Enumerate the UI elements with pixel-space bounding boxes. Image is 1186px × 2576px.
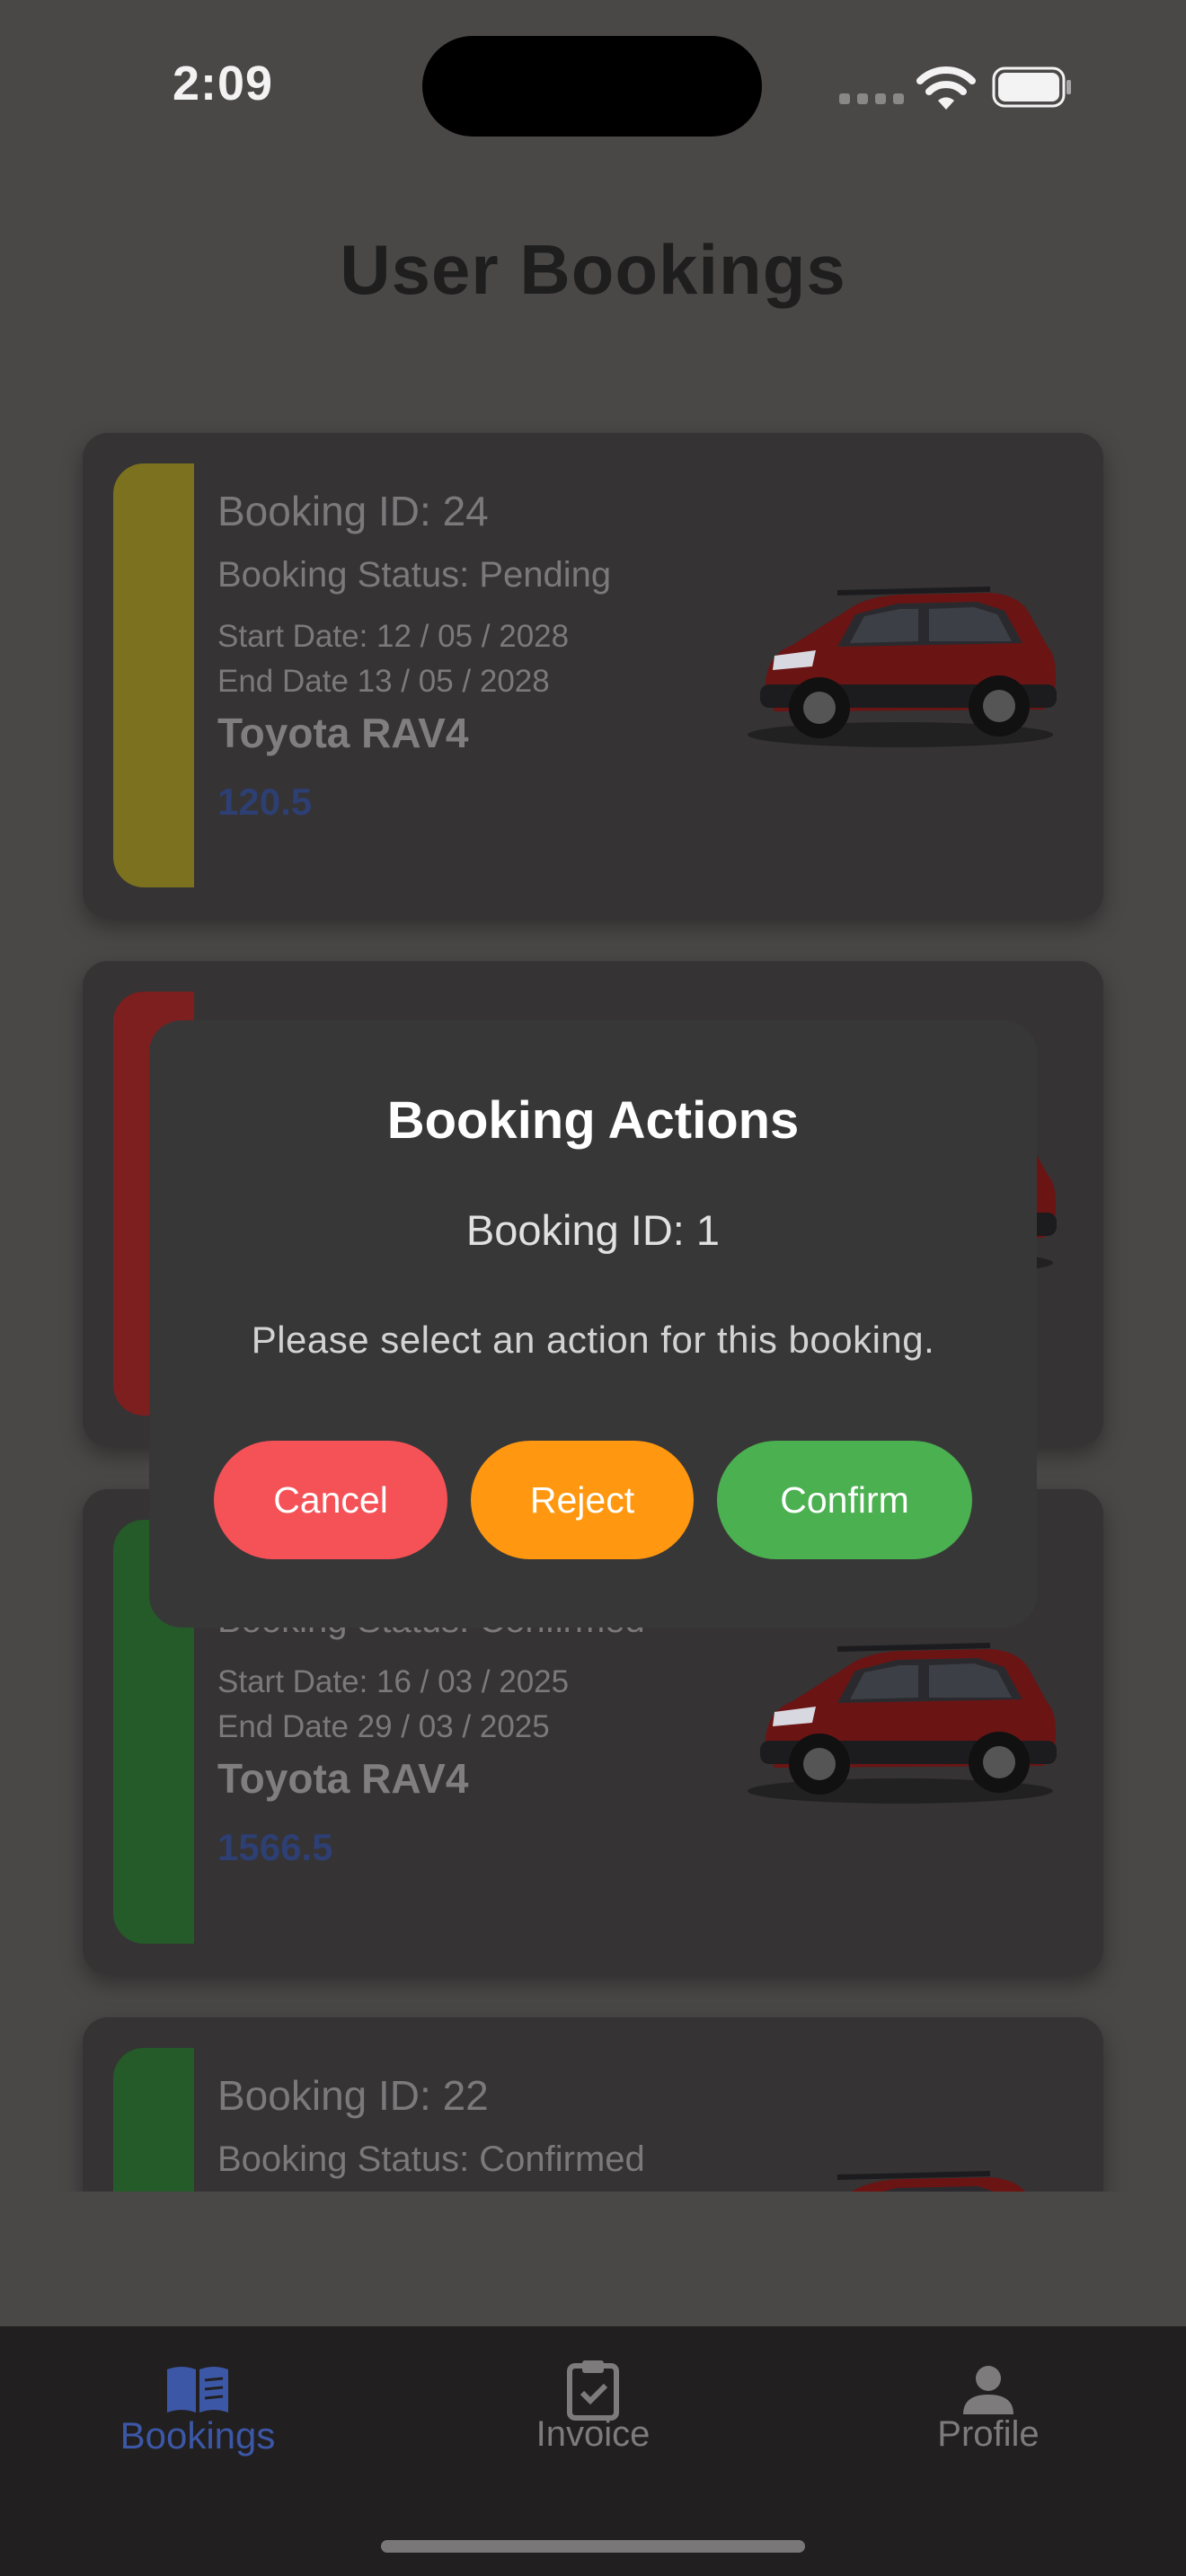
booking-card[interactable]: Booking ID: 24 Booking Status: Pending S…: [83, 433, 1103, 918]
car-image: [739, 2141, 1062, 2192]
car-image: [739, 1613, 1062, 1811]
tab-label: Invoice: [535, 2414, 651, 2454]
car-model: Toyota RAV4: [217, 1755, 469, 1802]
booking-price: 1566.5: [217, 1826, 333, 1868]
cellular-signal-icon: [839, 93, 904, 104]
booking-actions-dialog: Booking Actions Booking ID: 1 Please sel…: [149, 1020, 1037, 1628]
dialog-booking-id: Booking ID: 1: [465, 1206, 721, 1254]
end-date: End Date 29 / 03 / 2025: [217, 1709, 550, 1744]
confirm-button[interactable]: Confirm: [717, 1441, 972, 1559]
booking-status: Booking Status: Pending: [217, 555, 612, 595]
start-date: Start Date: 16 / 03 / 2025: [217, 1664, 570, 1699]
page-title: User Bookings: [340, 230, 846, 309]
status-bar: 2:09: [0, 0, 1186, 180]
car-model: Toyota RAV4: [217, 710, 469, 756]
tab-label: Profile: [937, 2414, 1040, 2454]
car-image: [739, 557, 1062, 754]
cancel-button[interactable]: Cancel: [214, 1441, 447, 1559]
tab-profile[interactable]: Profile: [854, 2326, 1123, 2497]
tab-label: Bookings: [119, 2414, 276, 2457]
booking-status: Booking Status: Confirmed: [217, 2139, 645, 2179]
dialog-message: Please select an action for this booking…: [251, 1319, 935, 1361]
dynamic-island: [422, 36, 762, 137]
status-strip: [113, 463, 194, 887]
start-date: Start Date: 12 / 05 / 2028: [217, 619, 570, 654]
tab-invoice[interactable]: Invoice: [458, 2326, 728, 2497]
booking-price: 120.5: [217, 781, 313, 823]
booking-id: Booking ID: 22: [217, 2072, 489, 2119]
end-date: End Date 13 / 05 / 2028: [217, 664, 550, 699]
bottom-tab-bar: Bookings Invoice Profile: [0, 2326, 1186, 2576]
dialog-title: Booking Actions: [386, 1091, 800, 1150]
booking-card[interactable]: Booking ID: 22 Booking Status: Confirmed: [83, 2017, 1103, 2192]
booking-id: Booking ID: 24: [217, 488, 489, 534]
battery-icon: [992, 66, 1071, 108]
wifi-icon: [916, 66, 976, 110]
tab-bookings[interactable]: Bookings: [63, 2326, 332, 2497]
reject-button[interactable]: Reject: [471, 1441, 694, 1559]
home-indicator[interactable]: [381, 2540, 805, 2553]
status-time: 2:09: [173, 57, 274, 110]
status-strip: [113, 2048, 194, 2192]
